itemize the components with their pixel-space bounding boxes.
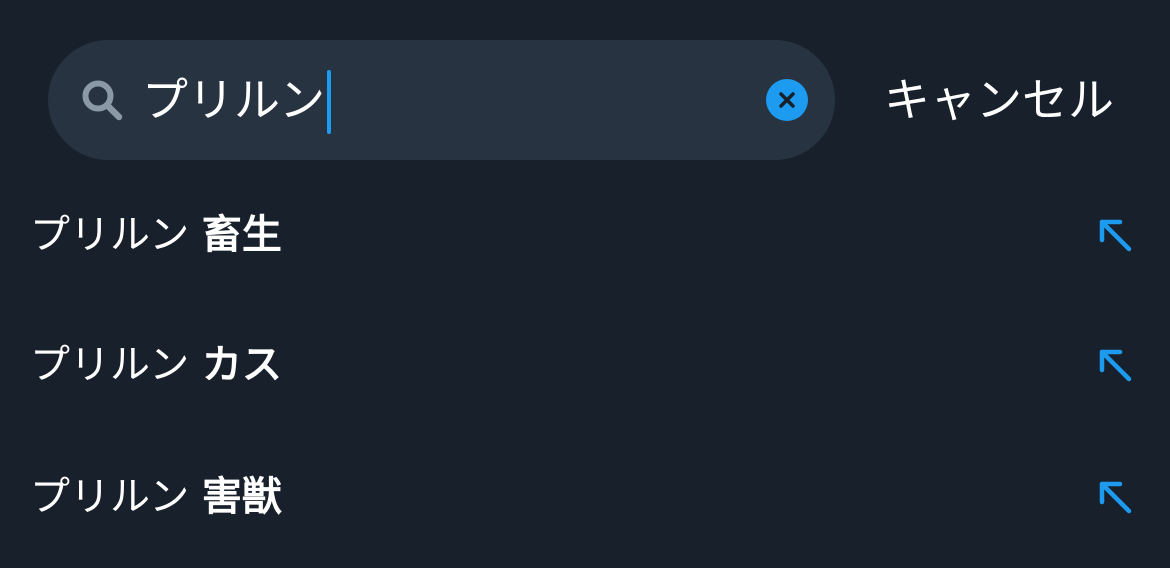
suggestion-completion: 害獣 (201, 474, 282, 520)
arrow-up-left-icon[interactable] (1096, 346, 1134, 384)
suggestion-item[interactable]: プリルン カス (0, 300, 1170, 430)
suggestion-item[interactable]: プリルン 害獣 (0, 432, 1170, 562)
clear-search-button[interactable] (766, 79, 808, 121)
suggestion-prefix: プリルン (30, 212, 190, 258)
text-cursor (327, 69, 332, 134)
suggestion-completion: 畜生 (201, 212, 282, 258)
cancel-button[interactable]: キャンセル (884, 70, 1114, 130)
suggestion-prefix: プリルン (30, 474, 190, 520)
suggestion-text: プリルン 畜生 (30, 207, 282, 263)
search-query-text: プリルン (142, 73, 326, 127)
suggestion-completion: カス (201, 342, 282, 388)
suggestion-prefix: プリルン (30, 342, 190, 388)
arrow-up-left-icon[interactable] (1096, 216, 1134, 254)
search-icon (82, 80, 123, 121)
search-input[interactable]: プリルン (142, 69, 332, 134)
search-header: プリルン キャンセル (0, 0, 1170, 190)
suggestion-text: プリルン カス (30, 337, 282, 393)
suggestion-text: プリルン 害獣 (30, 469, 282, 525)
suggestion-item[interactable]: プリルン 畜生 (0, 170, 1170, 300)
clear-icon (779, 92, 795, 108)
arrow-up-left-icon[interactable] (1096, 478, 1134, 516)
